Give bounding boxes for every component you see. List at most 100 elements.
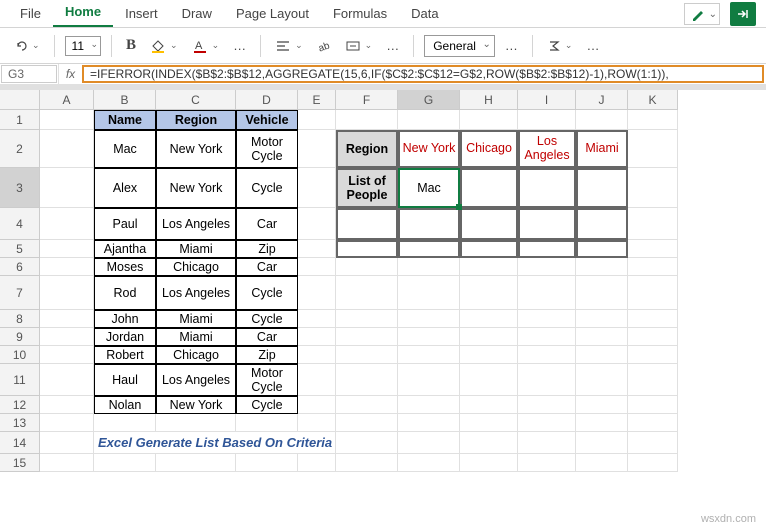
fill-color-button[interactable] bbox=[146, 36, 182, 56]
cell-G13[interactable] bbox=[398, 414, 460, 432]
orientation-button[interactable]: ab bbox=[313, 37, 335, 55]
cell-A9[interactable] bbox=[40, 328, 94, 346]
cell-B1[interactable]: Name bbox=[94, 110, 156, 130]
cell-H14[interactable] bbox=[460, 432, 518, 454]
cell-G14[interactable] bbox=[398, 432, 460, 454]
tab-file[interactable]: File bbox=[8, 1, 53, 27]
cell-J7[interactable] bbox=[576, 276, 628, 310]
column-header-C[interactable]: C bbox=[156, 90, 236, 110]
align-button[interactable] bbox=[271, 37, 307, 55]
cell-G1[interactable] bbox=[398, 110, 460, 130]
cell-A5[interactable] bbox=[40, 240, 94, 258]
cell-C1[interactable]: Region bbox=[156, 110, 236, 130]
cell-J1[interactable] bbox=[576, 110, 628, 130]
cell-J2[interactable]: Miami bbox=[576, 130, 628, 168]
cell-C13[interactable] bbox=[156, 414, 236, 432]
cell-B10[interactable]: Robert bbox=[94, 346, 156, 364]
cell-G11[interactable] bbox=[398, 364, 460, 396]
cell-G4[interactable] bbox=[398, 208, 460, 240]
cell-B11[interactable]: Haul bbox=[94, 364, 156, 396]
cell-A6[interactable] bbox=[40, 258, 94, 276]
cell-B14[interactable]: Excel Generate List Based On Criteria bbox=[94, 432, 336, 454]
cell-K8[interactable] bbox=[628, 310, 678, 328]
tab-home[interactable]: Home bbox=[53, 0, 113, 27]
cell-F7[interactable] bbox=[336, 276, 398, 310]
cell-A14[interactable] bbox=[40, 432, 94, 454]
cell-F13[interactable] bbox=[336, 414, 398, 432]
more-number[interactable]: … bbox=[501, 36, 522, 55]
cell-F10[interactable] bbox=[336, 346, 398, 364]
cell-B3[interactable]: Alex bbox=[94, 168, 156, 208]
tab-data[interactable]: Data bbox=[399, 1, 450, 27]
formula-bar[interactable]: =IFERROR(INDEX($B$2:$B$12,AGGREGATE(15,6… bbox=[82, 65, 764, 83]
cell-A1[interactable] bbox=[40, 110, 94, 130]
row-header-8[interactable]: 8 bbox=[0, 310, 40, 328]
cell-E1[interactable] bbox=[298, 110, 336, 130]
cell-E7[interactable] bbox=[298, 276, 336, 310]
cell-K6[interactable] bbox=[628, 258, 678, 276]
cell-C10[interactable]: Chicago bbox=[156, 346, 236, 364]
cell-I4[interactable] bbox=[518, 208, 576, 240]
cell-A8[interactable] bbox=[40, 310, 94, 328]
cell-D11[interactable]: Motor Cycle bbox=[236, 364, 298, 396]
merge-button[interactable] bbox=[341, 37, 377, 55]
share-button[interactable] bbox=[730, 2, 756, 26]
cell-I5[interactable] bbox=[518, 240, 576, 258]
cell-G5[interactable] bbox=[398, 240, 460, 258]
cell-C2[interactable]: New York bbox=[156, 130, 236, 168]
column-header-F[interactable]: F bbox=[336, 90, 398, 110]
column-header-K[interactable]: K bbox=[628, 90, 678, 110]
cell-I11[interactable] bbox=[518, 364, 576, 396]
cell-F2[interactable]: Region bbox=[336, 130, 398, 168]
cell-C7[interactable]: Los Angeles bbox=[156, 276, 236, 310]
cell-K9[interactable] bbox=[628, 328, 678, 346]
row-header-13[interactable]: 13 bbox=[0, 414, 40, 432]
cell-C11[interactable]: Los Angeles bbox=[156, 364, 236, 396]
fx-button[interactable]: fx bbox=[58, 64, 82, 84]
cell-D3[interactable]: Cycle bbox=[236, 168, 298, 208]
cell-I3[interactable] bbox=[518, 168, 576, 208]
cell-D6[interactable]: Car bbox=[236, 258, 298, 276]
cell-H3[interactable] bbox=[460, 168, 518, 208]
cell-K4[interactable] bbox=[628, 208, 678, 240]
cell-J3[interactable] bbox=[576, 168, 628, 208]
cell-F12[interactable] bbox=[336, 396, 398, 414]
cell-I2[interactable]: Los Angeles bbox=[518, 130, 576, 168]
tab-draw[interactable]: Draw bbox=[170, 1, 224, 27]
cell-F5[interactable] bbox=[336, 240, 398, 258]
cell-G10[interactable] bbox=[398, 346, 460, 364]
font-color-button[interactable]: A bbox=[188, 36, 224, 56]
select-all-corner[interactable] bbox=[0, 90, 40, 110]
cell-B13[interactable] bbox=[94, 414, 156, 432]
cell-G2[interactable]: New York bbox=[398, 130, 460, 168]
cell-D10[interactable]: Zip bbox=[236, 346, 298, 364]
cell-J14[interactable] bbox=[576, 432, 628, 454]
cell-A3[interactable] bbox=[40, 168, 94, 208]
cell-K3[interactable] bbox=[628, 168, 678, 208]
cell-B8[interactable]: John bbox=[94, 310, 156, 328]
tab-insert[interactable]: Insert bbox=[113, 1, 170, 27]
cell-J6[interactable] bbox=[576, 258, 628, 276]
cell-I9[interactable] bbox=[518, 328, 576, 346]
cell-G12[interactable] bbox=[398, 396, 460, 414]
cell-K2[interactable] bbox=[628, 130, 678, 168]
cell-E9[interactable] bbox=[298, 328, 336, 346]
cell-K1[interactable] bbox=[628, 110, 678, 130]
more-font[interactable]: … bbox=[229, 36, 250, 55]
column-header-B[interactable]: B bbox=[94, 90, 156, 110]
column-header-D[interactable]: D bbox=[236, 90, 298, 110]
cell-F9[interactable] bbox=[336, 328, 398, 346]
row-header-14[interactable]: 14 bbox=[0, 432, 40, 454]
row-header-6[interactable]: 6 bbox=[0, 258, 40, 276]
row-header-12[interactable]: 12 bbox=[0, 396, 40, 414]
cell-C4[interactable]: Los Angeles bbox=[156, 208, 236, 240]
row-header-5[interactable]: 5 bbox=[0, 240, 40, 258]
cell-K14[interactable] bbox=[628, 432, 678, 454]
cell-B9[interactable]: Jordan bbox=[94, 328, 156, 346]
cell-D9[interactable]: Car bbox=[236, 328, 298, 346]
tab-page-layout[interactable]: Page Layout bbox=[224, 1, 321, 27]
cell-G9[interactable] bbox=[398, 328, 460, 346]
cell-H6[interactable] bbox=[460, 258, 518, 276]
cell-I12[interactable] bbox=[518, 396, 576, 414]
cell-C12[interactable]: New York bbox=[156, 396, 236, 414]
